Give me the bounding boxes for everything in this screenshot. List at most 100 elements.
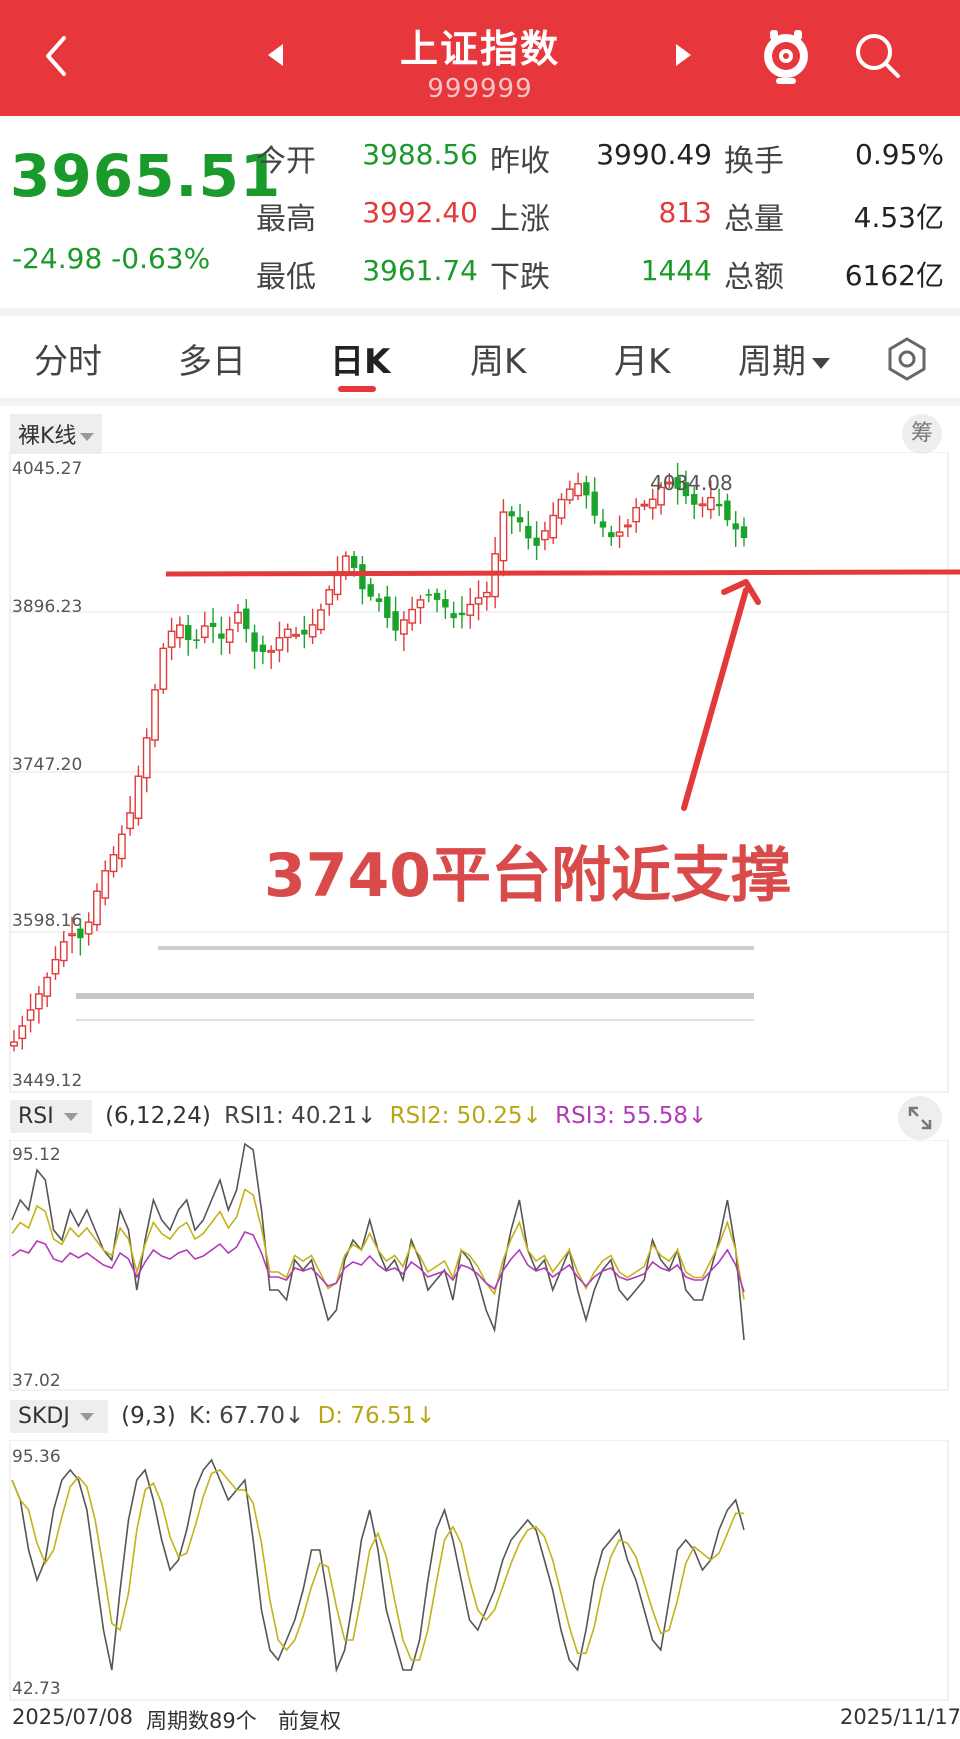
kdj-legend: SKDJ (9,3) K: 67.70↓ D: 76.51↓ xyxy=(10,1400,441,1433)
search-icon[interactable] xyxy=(848,26,908,86)
candle-body xyxy=(442,599,449,608)
candle-body xyxy=(533,537,540,546)
tab-period-dropdown[interactable]: 周期 xyxy=(738,334,830,383)
tab-period-label: 周期 xyxy=(738,342,806,382)
rsi2-value: RSI2: 50.25↓ xyxy=(389,1103,542,1129)
tab-monthly-k[interactable]: 月K xyxy=(614,334,670,383)
candle-body xyxy=(77,928,84,939)
candle-body xyxy=(615,531,624,537)
candle-body xyxy=(425,594,432,596)
value-low: 3961.74 xyxy=(362,254,478,287)
candle-body xyxy=(84,921,93,935)
chip-distribution-button[interactable]: 筹 xyxy=(902,414,942,454)
adjust-mode[interactable]: 前复权 xyxy=(278,1705,341,1735)
kdj-indicator-dropdown[interactable]: SKDJ xyxy=(10,1400,108,1433)
candle-body xyxy=(508,511,515,517)
high-price-label: 4034.08 xyxy=(650,471,733,495)
candle-body xyxy=(482,591,491,598)
value-open: 3988.56 xyxy=(362,138,478,171)
period-tabs: 分时 多日 日K 周K 月K 周期 xyxy=(0,316,960,398)
y-tick-label: 42.73 xyxy=(12,1679,61,1699)
candle-body xyxy=(557,498,566,519)
kline-mode-dropdown[interactable]: 裸K线 xyxy=(10,414,103,454)
candle-body xyxy=(740,526,748,538)
candle-body xyxy=(574,483,582,497)
candle-body xyxy=(325,589,334,605)
value-decliners: 1444 xyxy=(640,254,712,287)
rsi-legend: RSI (6,12,24) RSI1: 40.21↓ RSI2: 50.25↓ … xyxy=(10,1100,713,1133)
candle-body xyxy=(68,933,76,937)
candle-body xyxy=(10,1041,18,1047)
candle-body xyxy=(134,775,143,819)
candle-body xyxy=(109,854,118,873)
candle-body xyxy=(516,517,524,523)
value-prev-close: 3990.49 xyxy=(596,138,712,171)
candle-body xyxy=(691,494,698,505)
tab-weekly-k[interactable]: 周K xyxy=(470,334,526,383)
candle-body xyxy=(34,993,43,1010)
candle-body xyxy=(392,611,399,631)
kdj-d-value: D: 76.51↓ xyxy=(317,1403,436,1429)
tab-daily-k[interactable]: 日K xyxy=(330,334,390,383)
chevron-down-icon xyxy=(80,433,95,441)
value-volume: 4.53亿 xyxy=(853,201,944,234)
candle-body xyxy=(583,482,590,496)
value-amount: 6162亿 xyxy=(844,259,944,292)
value-high: 3992.40 xyxy=(362,196,478,229)
label-prev-close: 昨收 xyxy=(490,144,550,179)
label-open: 今开 xyxy=(256,144,316,179)
candle-body xyxy=(185,625,192,641)
rsi1-line xyxy=(11,1142,745,1341)
page-title: 上证指数 xyxy=(399,27,560,71)
y-tick-label: 3747.20 xyxy=(12,755,82,775)
candle-body xyxy=(209,622,217,627)
candle-body xyxy=(151,689,159,741)
next-stock-icon[interactable] xyxy=(676,44,691,66)
candle-body xyxy=(59,941,68,962)
settings-hexagon-icon[interactable] xyxy=(884,336,930,382)
candle-body xyxy=(367,584,374,597)
y-tick-label: 95.36 xyxy=(12,1447,61,1467)
candle-body xyxy=(308,624,317,638)
candle-body xyxy=(416,599,425,609)
rsi-indicator-dropdown[interactable]: RSI xyxy=(10,1100,92,1133)
assistant-robot-icon[interactable] xyxy=(756,24,816,88)
kline-mode-label: 裸K线 xyxy=(18,424,77,449)
quote-panel: 3965.51 -24.98 -0.63% 今开 3988.56 昨收 3990… xyxy=(0,116,960,308)
tab-intraday[interactable]: 分时 xyxy=(34,334,102,383)
kline-chart[interactable]: 4045.27 3896.23 3747.20 3598.16 3449.12 … xyxy=(0,452,960,1098)
value-turnover: 0.95% xyxy=(855,138,944,171)
candle-body xyxy=(706,496,715,511)
candle-body xyxy=(359,564,366,590)
candle-body xyxy=(292,633,300,637)
candle-body xyxy=(732,523,739,530)
y-tick-label: 4045.27 xyxy=(12,459,82,479)
candle-body xyxy=(251,632,258,652)
rsi1-value: RSI1: 40.21↓ xyxy=(224,1103,377,1129)
candle-body xyxy=(599,521,607,528)
candle-body xyxy=(466,603,475,616)
expand-icon[interactable] xyxy=(898,1096,942,1140)
label-advancers: 上涨 xyxy=(490,202,550,237)
candlestick-series xyxy=(10,462,748,1052)
chevron-down-icon xyxy=(812,358,830,369)
candle-body xyxy=(283,628,292,639)
end-date: 2025/11/17 xyxy=(840,1705,960,1729)
candle-body xyxy=(43,976,52,997)
stock-code: 999999 xyxy=(427,74,533,104)
candle-body xyxy=(142,737,151,779)
candle-body xyxy=(341,555,350,573)
candle-body xyxy=(433,592,441,600)
app-header: 上证指数 999999 xyxy=(0,0,960,116)
period-count: 周期数89个 xyxy=(146,1709,257,1733)
candle-body xyxy=(724,500,731,521)
candle-body xyxy=(167,630,176,648)
candle-body xyxy=(275,637,284,651)
candle-body xyxy=(117,833,126,860)
chart-frame xyxy=(9,1140,949,1391)
candle-body xyxy=(301,629,308,635)
chevron-down-icon xyxy=(63,1113,78,1121)
rsi-params: (6,12,24) xyxy=(105,1103,211,1129)
candle-body xyxy=(632,506,641,523)
tab-multi-day[interactable]: 多日 xyxy=(178,334,246,383)
